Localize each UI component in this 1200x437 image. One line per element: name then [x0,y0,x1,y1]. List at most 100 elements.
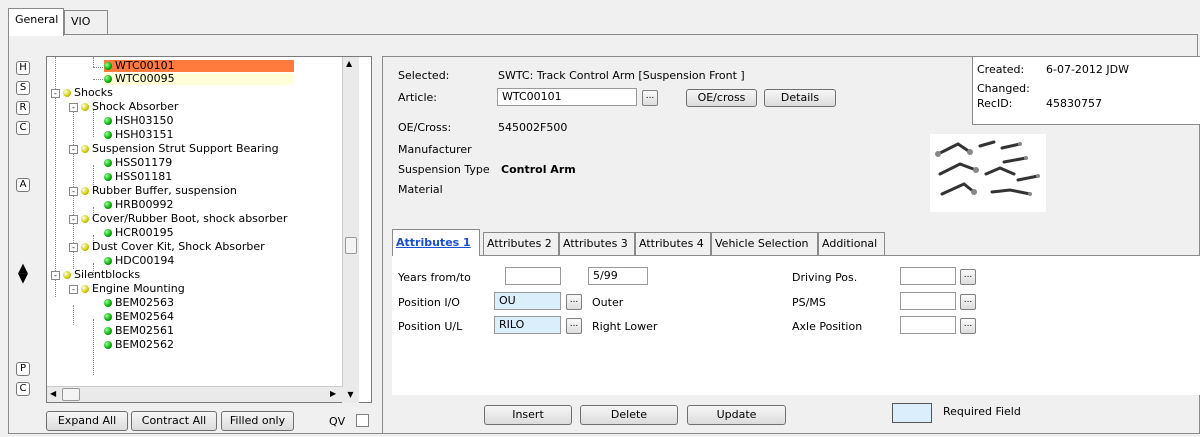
scroll-left-icon[interactable]: ◀ [50,389,56,398]
green-dot-icon [104,75,112,83]
tree-item-label: HSH03150 [115,114,174,127]
tree-item-hsh03151[interactable]: HSH03151 [104,129,174,141]
folder-dot-icon [63,271,71,279]
filter-a-button[interactable]: A [16,178,30,192]
tab-attributes-4[interactable]: Attributes 4 [635,232,711,255]
tab-vehicle-selection[interactable]: Vehicle Selection [711,232,818,255]
collapse-icon[interactable]: - [69,103,78,112]
details-button-label: Details [780,91,820,104]
driving-pos-lookup-button[interactable]: ... [960,269,976,285]
scroll-right-icon[interactable]: ▶ [330,389,336,398]
category-tree[interactable]: WTC00101 WTC00095 - Shocks - Shock Absorbe… [46,56,372,403]
collapse-icon[interactable]: - [69,243,78,252]
tree-item-bem02561[interactable]: BEM02561 [104,325,174,337]
tree-item-strut-bearing[interactable]: - Suspension Strut Support Bearing [69,143,279,155]
filter-c2-button[interactable]: C [16,382,30,396]
scroll-down-icon[interactable]: ▼ [342,387,359,403]
tree-item-engine-mounting[interactable]: - Engine Mounting [69,283,185,295]
years-to-input[interactable]: 5/99 [588,267,648,285]
driving-pos-label: Driving Pos. [792,271,858,284]
tree-item-hss01181[interactable]: HSS01181 [104,171,172,183]
expand-all-button[interactable]: Expand All [46,411,128,431]
tab-attributes-1-label: Attributes 1 [396,236,471,249]
tree-item-hcr00195[interactable]: HCR00195 [104,227,174,239]
axle-position-input[interactable] [900,316,956,334]
details-button[interactable]: Details [764,89,836,107]
collapse-icon[interactable]: - [51,89,60,98]
tree-item-rubber-buffer[interactable]: - Rubber Buffer, suspension [69,185,237,197]
psms-input[interactable] [900,292,956,310]
tree-item-bem02562[interactable]: BEM02562 [104,339,174,351]
tree-item-shocks[interactable]: - Shocks [51,87,113,99]
vertical-scroll-thumb[interactable] [345,237,357,254]
material-label: Material [398,183,443,196]
collapse-icon[interactable]: - [69,145,78,154]
tab-additional[interactable]: Additional [818,232,885,255]
horizontal-scroll-thumb[interactable] [62,388,80,401]
filter-c-button[interactable]: C [16,121,30,135]
position-io-lookup-button[interactable]: ... [566,294,582,310]
insert-button[interactable]: Insert [484,405,572,425]
tree-horizontal-scrollbar[interactable]: ◀ ▶ [47,386,342,402]
tab-general[interactable]: General [8,8,64,36]
scroll-up-icon[interactable]: ▲ [346,59,352,68]
tab-vio[interactable]: VIO [64,10,108,34]
tree-item-bem02563[interactable]: BEM02563 [104,297,174,309]
tree-item-label: Engine Mounting [92,282,185,295]
tree-item-shock-absorber[interactable]: - Shock Absorber [69,101,178,113]
position-ul-input[interactable]: RILO [494,316,561,334]
collapse-icon[interactable]: - [69,215,78,224]
position-ul-lookup-button[interactable]: ... [566,318,582,334]
expand-all-label: Expand All [57,414,117,427]
contract-all-button[interactable]: Contract All [131,411,217,431]
collapse-icon[interactable]: - [51,271,60,280]
folder-dot-icon [63,89,71,97]
filter-s-button[interactable]: S [16,81,30,95]
splitter-resize-icon[interactable]: ▲ ▼ [15,262,31,286]
position-io-input[interactable]: OU [494,292,561,310]
qv-checkbox[interactable] [356,414,369,427]
green-dot-icon [104,117,112,125]
selected-label: Selected: [398,69,450,82]
recid-value: 45830757 [1046,97,1102,110]
article-lookup-button[interactable]: ... [642,90,658,106]
tree-item-label: BEM02561 [115,324,174,337]
tree-item-hsh03150[interactable]: HSH03150 [104,115,174,127]
filter-r-button[interactable]: R [16,101,30,115]
tree-item-hdc00194[interactable]: HDC00194 [104,255,174,267]
driving-pos-input[interactable] [900,267,956,285]
tree-item-bem02564[interactable]: BEM02564 [104,311,174,323]
tree-item-hrb00992[interactable]: HRB00992 [104,199,173,211]
tab-attributes-3[interactable]: Attributes 3 [559,232,635,255]
tab-attributes-2[interactable]: Attributes 2 [483,232,559,255]
filled-only-button[interactable]: Filled only [221,411,294,431]
delete-button[interactable]: Delete [580,405,678,425]
changed-label: Changed: [977,82,1030,95]
years-from-input[interactable] [505,267,561,285]
tab-attributes-1[interactable]: Attributes 1 [392,229,480,256]
update-button[interactable]: Update [687,405,786,425]
tree-vertical-scrollbar[interactable]: ▲ [342,57,359,387]
collapse-icon[interactable]: - [69,285,78,294]
oe-cross-button[interactable]: OE/cross [686,89,757,107]
tab-vio-label: VIO [71,15,91,28]
article-input[interactable]: WTC00101 [497,88,637,106]
filter-p-button[interactable]: P [16,362,30,376]
green-dot-icon [104,62,112,70]
collapse-icon[interactable]: - [69,187,78,196]
tree-item-wtc00101[interactable]: WTC00101 [104,60,294,72]
tree-item-hss01179[interactable]: HSS01179 [104,157,172,169]
psms-lookup-button[interactable]: ... [960,294,976,310]
tab-general-label: General [15,13,59,26]
green-dot-icon [104,257,112,265]
tree-item-silentblocks[interactable]: - Silentblocks [51,269,140,281]
filter-h-button[interactable]: H [16,61,30,75]
tree-item-label: HSH03151 [115,128,174,141]
green-dot-icon [104,201,112,209]
tree-item-dust-cover[interactable]: - Dust Cover Kit, Shock Absorber [69,241,265,253]
tree-item-wtc00095[interactable]: WTC00095 [104,73,294,85]
tree-item-rubber-boot[interactable]: - Cover/Rubber Boot, shock absorber [69,213,287,225]
tab-vehicle-selection-label: Vehicle Selection [715,237,809,250]
tree-item-label: HSS01181 [115,170,173,183]
axle-position-lookup-button[interactable]: ... [960,318,976,334]
